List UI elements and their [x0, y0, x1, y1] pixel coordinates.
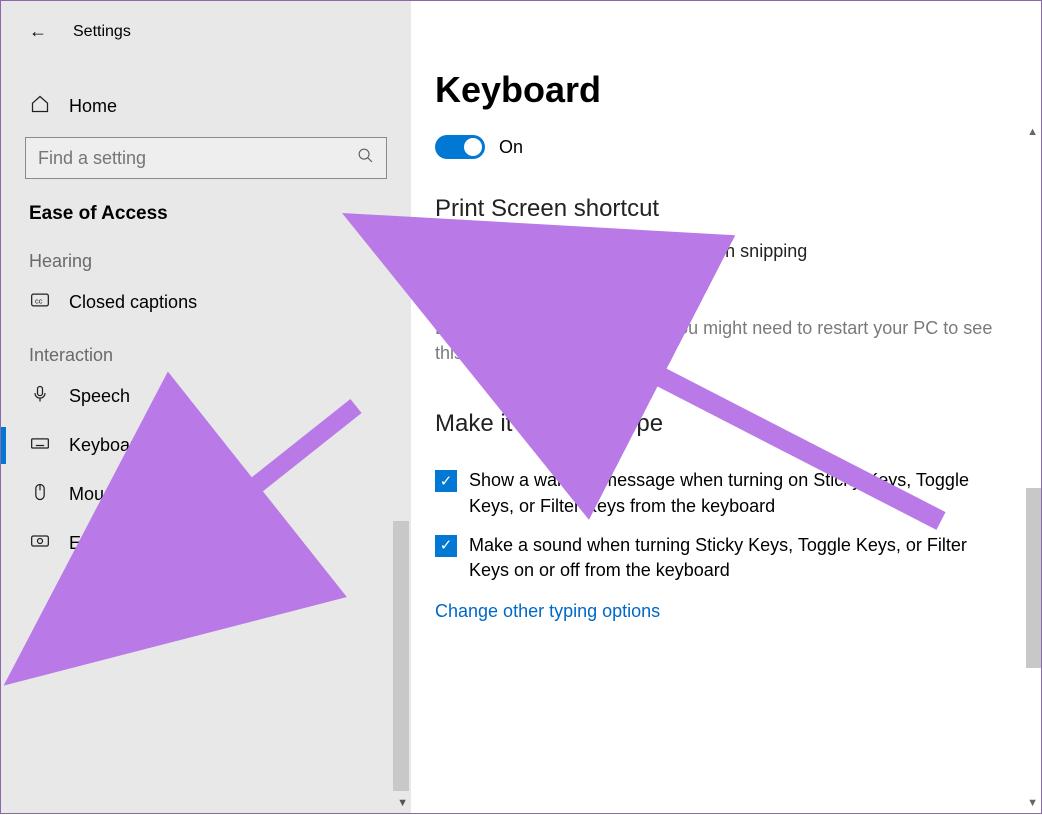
check-sound[interactable]: ✓ [435, 535, 457, 557]
sidebar-item-label: Closed captions [69, 292, 197, 313]
main-panel: Keyboard On Print Screen shortcut Use th… [411, 1, 1041, 813]
check-sound-label: Make a sound when turning Sticky Keys, T… [469, 533, 995, 583]
scroll-up-icon[interactable]: ▲ [1027, 126, 1038, 138]
sidebar-item-label: Mouse [69, 484, 123, 505]
sidebar-item-closed-captions[interactable]: cc Closed captions [1, 278, 411, 327]
sidebar-group-hearing: Hearing [1, 233, 411, 278]
search-input[interactable] [38, 148, 357, 169]
sidebar-item-label: Home [69, 96, 117, 117]
eye-icon [29, 531, 51, 556]
sidebar-group-interaction: Interaction [1, 327, 411, 372]
prtscn-desc: Use the PrtScn button to open screen sni… [435, 241, 995, 262]
main-scrollbar[interactable]: ▲ ▼ [1024, 126, 1041, 813]
sidebar-scrollbar[interactable] [393, 521, 409, 791]
check-sound-row: ✓ Make a sound when turning Sticky Keys,… [435, 533, 995, 583]
section-easier-title: Make it easier to type [435, 410, 1001, 438]
sidebar-item-keyboard[interactable]: Keyboard [1, 421, 411, 470]
sidebar-item-home[interactable]: Home [1, 82, 411, 131]
search-box[interactable] [25, 137, 387, 179]
scrollbar-thumb[interactable] [1026, 488, 1041, 668]
prtscn-toggle[interactable] [435, 274, 485, 298]
cc-icon: cc [29, 290, 51, 315]
home-icon [29, 94, 51, 119]
prtscn-toggle-row: On [435, 274, 1001, 298]
prtscn-toggle-state: On [499, 276, 523, 297]
link-change-typing[interactable]: Change other typing options [435, 601, 1001, 622]
sidebar-item-label: Eye control [69, 533, 159, 554]
prtscn-note: Based on other app settings, you might n… [435, 316, 995, 366]
mouse-icon [29, 482, 51, 507]
back-icon[interactable]: ← [29, 21, 47, 42]
page-heading: Keyboard [435, 69, 1001, 111]
app-title: Settings [73, 23, 131, 41]
sidebar-item-eye-control[interactable]: Eye control [1, 519, 411, 568]
section-prtscn-title: Print Screen shortcut [435, 195, 1001, 223]
sidebar-item-speech[interactable]: Speech [1, 372, 411, 421]
keyboard-main-toggle-row: On [435, 135, 1001, 159]
chevron-up-icon[interactable]: ▲ [389, 261, 401, 275]
sidebar-item-label: Keyboard [69, 435, 146, 456]
sidebar-section-ease: Ease of Access [1, 189, 411, 233]
mic-icon [29, 384, 51, 409]
check-warning-label: Show a warning message when turning on S… [469, 468, 995, 518]
search-icon [357, 147, 374, 169]
keyboard-toggle-state: On [499, 137, 523, 158]
check-warning-row: ✓ Show a warning message when turning on… [435, 468, 995, 518]
keyboard-toggle[interactable] [435, 135, 485, 159]
chevron-down-icon[interactable]: ▼ [397, 797, 408, 809]
check-warning[interactable]: ✓ [435, 470, 457, 492]
svg-text:cc: cc [35, 296, 43, 305]
sidebar-item-label: Speech [69, 386, 130, 407]
sidebar: ← Settings Home Ease of Access ▲ Hearing… [1, 1, 411, 813]
scroll-down-icon[interactable]: ▼ [1027, 797, 1038, 809]
keyboard-icon [29, 433, 51, 458]
sidebar-item-mouse[interactable]: Mouse [1, 470, 411, 519]
